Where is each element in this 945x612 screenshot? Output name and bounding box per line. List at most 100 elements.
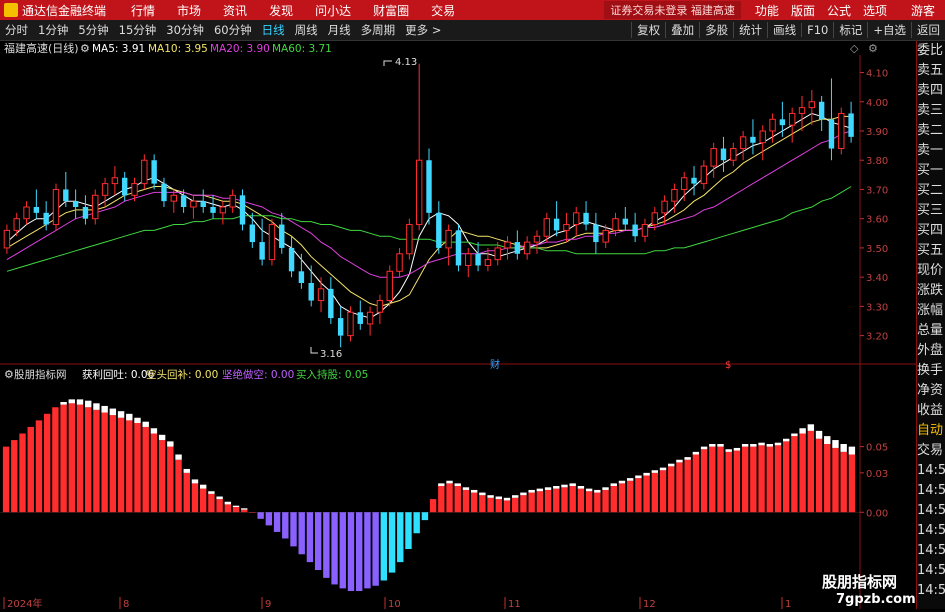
sidebar-item[interactable]: 买一 <box>917 161 945 181</box>
finance-marker[interactable]: 财 <box>490 358 500 371</box>
indicator-bar-cyan <box>380 512 388 581</box>
sidebar-item[interactable]: 卖四 <box>917 81 945 101</box>
sidebar-item[interactable]: 14:56 <box>917 481 945 501</box>
settings-icon[interactable]: ⚙ <box>80 42 90 55</box>
sidebar-item[interactable]: 卖一 <box>917 141 945 161</box>
indicator-bar-cap <box>602 487 609 490</box>
candle-body-up <box>92 194 99 220</box>
indicator-bar-cap <box>791 433 798 437</box>
period-30min[interactable]: 30分钟 <box>165 22 205 38</box>
indicator-bar-cap <box>167 441 174 447</box>
dividend-marker[interactable]: $ <box>725 360 731 371</box>
sidebar-item[interactable]: 卖三 <box>917 101 945 121</box>
sidebar-item[interactable]: 卖五 <box>917 61 945 81</box>
sidebar-item[interactable]: 委比 <box>917 41 945 61</box>
indicator-bar-cap <box>495 496 503 500</box>
indicator-bar-cap <box>668 463 675 467</box>
ma5-label: MA5: 3.91 <box>92 43 145 55</box>
sidebar-item[interactable]: 14:56 <box>917 501 945 521</box>
price-tick-label: 4.00 <box>866 98 888 109</box>
indicator-bar-purple <box>314 512 322 570</box>
menu-item-wealth[interactable]: 财富圈 <box>373 2 409 19</box>
candle-body-down <box>210 207 216 213</box>
ma60-label: MA60: 3.71 <box>272 43 332 55</box>
indicator-bar-red <box>11 440 18 513</box>
sidebar-item[interactable]: 涨幅 <box>917 301 945 321</box>
period-1min[interactable]: 1分钟 <box>37 22 69 38</box>
sidebar-item[interactable]: 14:56 <box>917 541 945 561</box>
sidebar-item[interactable]: 买三 <box>917 201 945 221</box>
period-5min[interactable]: 5分钟 <box>77 22 109 38</box>
candle-body-down <box>436 212 442 248</box>
candle-body-up <box>651 212 658 226</box>
x-tick-label: 11 <box>508 599 521 609</box>
indicator-bar-cap <box>684 457 691 460</box>
period-60min[interactable]: 60分钟 <box>213 22 253 38</box>
sidebar-item[interactable]: 买四 <box>917 221 945 241</box>
tool-overlay[interactable]: 叠加 <box>665 22 699 38</box>
candle-body-up <box>366 311 374 325</box>
kline-chart[interactable]: 福建高速 (日线) ⚙ MA5: 3.91 MA10: 3.95 MA20: 3… <box>0 41 916 610</box>
candle-body-down <box>43 212 49 225</box>
sidebar-item[interactable]: 涨跌 <box>917 281 945 301</box>
indicator-bar-cap <box>183 468 190 473</box>
candle-body-down <box>328 288 334 319</box>
guest-label[interactable]: 游客 <box>911 2 935 19</box>
menu-item-trade[interactable]: 交易 <box>431 2 455 19</box>
login-notice[interactable]: 证券交易未登录 福建高速 <box>604 1 741 19</box>
sidebar-item[interactable]: 14:56 <box>917 521 945 541</box>
tool-draw[interactable]: 画线 <box>767 22 801 38</box>
indicator-bar-cap <box>85 400 92 408</box>
indicator-label-2: 空头回补: 0.00 <box>146 368 218 381</box>
menu-item-news[interactable]: 资讯 <box>223 2 247 19</box>
sidebar-item[interactable]: 总量 <box>917 321 945 341</box>
period-monthly[interactable]: 月线 <box>327 22 352 38</box>
settings-gear-icon[interactable]: ⚙ <box>868 42 878 55</box>
tool-multi-stock[interactable]: 多股 <box>699 22 733 38</box>
sidebar-item[interactable]: 14:56 <box>917 461 945 481</box>
sidebar-item[interactable]: 交易 <box>917 441 945 461</box>
candle-body-down <box>691 177 697 184</box>
indicator-settings-icon[interactable]: ⚙ <box>4 368 14 381</box>
candle-body-up <box>131 183 138 196</box>
indicator-bar-red <box>602 489 609 513</box>
indicator-bar-cap <box>528 489 535 493</box>
period-more[interactable]: 更多 > <box>404 22 442 38</box>
period-daily[interactable]: 日线 <box>261 22 286 38</box>
sidebar-item[interactable]: 外盘 <box>917 341 945 361</box>
menu-item-market[interactable]: 市场 <box>177 2 201 19</box>
x-tick-label: 8 <box>123 599 129 609</box>
indicator-bar-cap <box>569 483 576 486</box>
tool-adjust[interactable]: 复权 <box>631 22 665 38</box>
indicator-bar-cap <box>635 475 642 479</box>
sidebar-item[interactable]: 收益 <box>917 401 945 421</box>
chart-area[interactable]: 福建高速 (日线) ⚙ MA5: 3.91 MA10: 3.95 MA20: 3… <box>0 41 945 610</box>
tool-f10[interactable]: F10 <box>801 23 833 37</box>
period-15min[interactable]: 15分钟 <box>118 22 158 38</box>
menu-item-discover[interactable]: 发现 <box>269 2 293 19</box>
sidebar-item[interactable]: 自动 <box>917 421 945 441</box>
sidebar-item[interactable]: 现价 <box>917 261 945 281</box>
period-timeshare[interactable]: 分时 <box>4 22 29 38</box>
sidebar-item[interactable]: 买五 <box>917 241 945 261</box>
indicator-bar-purple <box>364 512 371 589</box>
period-weekly[interactable]: 周线 <box>294 22 319 38</box>
menu-item-function[interactable]: 功能 <box>755 2 779 19</box>
sidebar-item[interactable]: 卖二 <box>917 121 945 141</box>
menu-item-formula[interactable]: 公式 <box>827 2 851 19</box>
tool-stats[interactable]: 统计 <box>733 22 767 38</box>
indicator-bar-cyan <box>421 512 429 521</box>
period-multi[interactable]: 多周期 <box>360 22 397 38</box>
menu-item-layout[interactable]: 版面 <box>791 2 815 19</box>
menu-item-quotes[interactable]: 行情 <box>131 2 155 19</box>
sidebar-item[interactable]: 换手 <box>917 361 945 381</box>
tool-mark[interactable]: 标记 <box>833 22 867 38</box>
sidebar-item[interactable]: 买二 <box>917 181 945 201</box>
menu-item-options[interactable]: 选项 <box>863 2 887 19</box>
sidebar-item[interactable]: 净资 <box>917 381 945 401</box>
menu-item-ask[interactable]: 问小达 <box>315 2 351 19</box>
tool-add-watchlist[interactable]: +自选 <box>867 22 911 38</box>
tool-back[interactable]: 返回 <box>911 22 945 38</box>
candle-body-up <box>484 259 492 266</box>
diamond-icon[interactable]: ◇ <box>850 42 859 55</box>
